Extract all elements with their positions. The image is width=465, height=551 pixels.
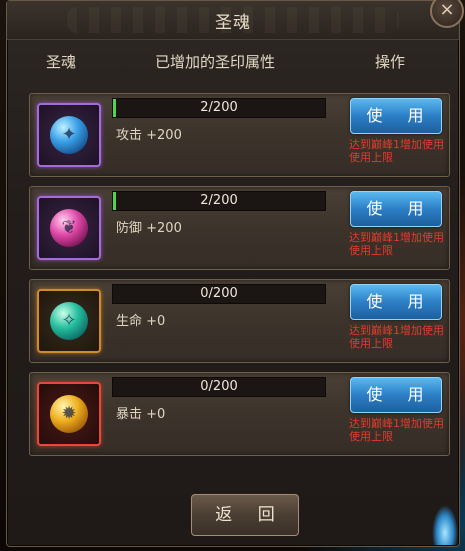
progress-text: 2/200 [200, 193, 238, 208]
progress-text: 2/200 [200, 100, 238, 115]
use-button[interactable]: 使 用 [350, 377, 442, 413]
blue-soul-orb-icon: ✦ [50, 116, 88, 154]
soul-panel: 圣魂 圣魂 已增加的圣印属性 操作 ✦ 2/200 攻击 +200 使 用 达到… [6, 0, 460, 547]
gold-soul-orb-icon: ✹ [50, 395, 88, 433]
progress-bar: 0/200 [112, 377, 326, 397]
progress-text: 0/200 [200, 286, 238, 301]
progress-bar: 2/200 [112, 191, 326, 211]
back-button[interactable]: 返 回 [191, 494, 299, 536]
header-attributes: 已增加的圣印属性 [155, 53, 276, 71]
progress-text: 0/200 [200, 379, 238, 394]
limit-note: 达到巅峰1增加使用使用上限 [349, 231, 444, 257]
limit-note: 达到巅峰1增加使用使用上限 [349, 417, 444, 443]
attribute-text: 攻击 +200 [116, 128, 182, 143]
header-soul: 圣魂 [46, 53, 77, 71]
use-button[interactable]: 使 用 [350, 98, 442, 134]
soul-slot[interactable]: ✹ [37, 382, 101, 446]
panel-title: 圣魂 [215, 13, 251, 33]
soul-slot[interactable]: ✧ [37, 289, 101, 353]
attribute-text: 防御 +200 [116, 221, 182, 236]
soul-row-crit: ✹ 0/200 暴击 +0 使 用 达到巅峰1增加使用使用上限 [29, 372, 450, 456]
soul-row-life: ✧ 0/200 生命 +0 使 用 达到巅峰1增加使用使用上限 [29, 279, 450, 363]
limit-note: 达到巅峰1增加使用使用上限 [349, 138, 444, 164]
soul-slot[interactable]: ✦ [37, 103, 101, 167]
pink-soul-orb-icon: ❦ [50, 209, 88, 247]
progress-bar: 2/200 [112, 98, 326, 118]
attribute-text: 暴击 +0 [116, 407, 166, 422]
soul-row-attack: ✦ 2/200 攻击 +200 使 用 达到巅峰1增加使用使用上限 [29, 93, 450, 177]
soul-slot[interactable]: ❦ [37, 196, 101, 260]
limit-note: 达到巅峰1增加使用使用上限 [349, 324, 444, 350]
blue-flame-decoration [432, 505, 458, 545]
progress-bar: 0/200 [112, 284, 326, 304]
title-bar: 圣魂 [7, 1, 459, 40]
header-action: 操作 [375, 53, 406, 71]
soul-row-defense: ❦ 2/200 防御 +200 使 用 达到巅峰1增加使用使用上限 [29, 186, 450, 270]
teal-soul-orb-icon: ✧ [50, 302, 88, 340]
attribute-text: 生命 +0 [116, 314, 166, 329]
use-button[interactable]: 使 用 [350, 191, 442, 227]
use-button[interactable]: 使 用 [350, 284, 442, 320]
